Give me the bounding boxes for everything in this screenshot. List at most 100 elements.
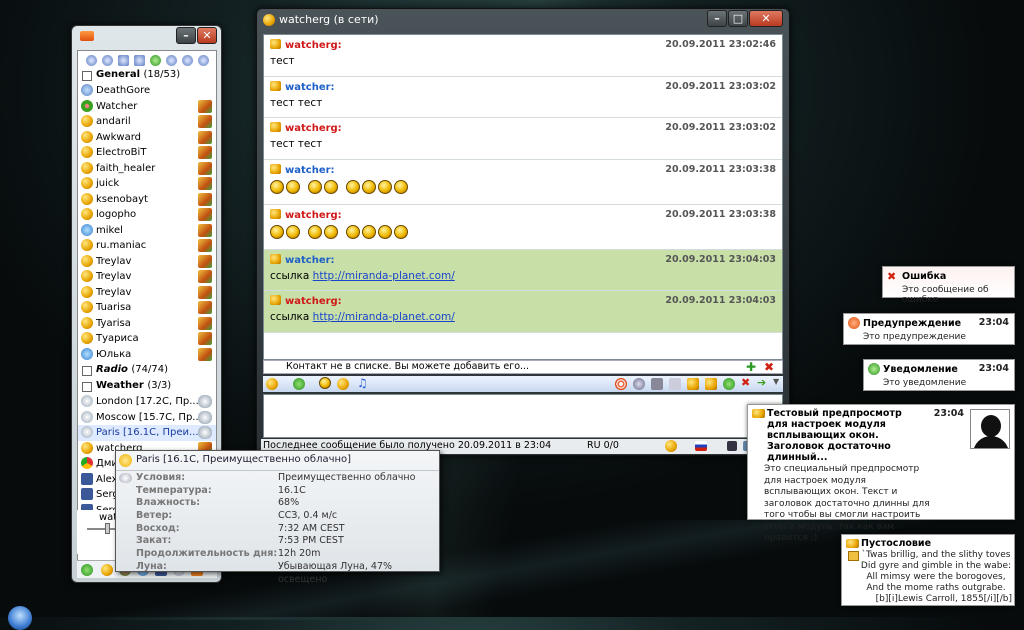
contact-item[interactable]: ElectroBiT [78, 145, 216, 161]
menu-icon[interactable] [86, 54, 97, 66]
contact-item[interactable]: Tuarisa [78, 300, 216, 316]
minimize-button[interactable]: – [707, 10, 727, 27]
smiley-icon [362, 179, 376, 194]
start-orb-icon[interactable] [8, 606, 32, 630]
contact-item[interactable]: ru.maniac [78, 238, 216, 254]
contact-item[interactable]: juick [78, 176, 216, 192]
cloud-icon [198, 410, 212, 424]
contact-item[interactable]: ksenobayt [78, 192, 216, 208]
volume-slider-thumb[interactable] [105, 523, 110, 534]
send-arrow-icon[interactable]: ➔ [757, 376, 766, 389]
list-icon[interactable] [134, 54, 145, 66]
contact-list-titlebar[interactable]: – ✕ [72, 26, 221, 50]
client-icon [198, 130, 212, 144]
contact-item[interactable]: Awkward [78, 130, 216, 146]
minimize-button[interactable]: – [176, 27, 196, 44]
jabber-bulb-icon[interactable] [101, 564, 113, 576]
contact-item[interactable]: Watcher [78, 99, 216, 115]
message-icon [270, 253, 281, 264]
group-header[interactable]: Weather (3/3) [78, 378, 216, 394]
refresh-icon[interactable] [723, 378, 735, 390]
popup-nonsense[interactable]: Пустословие `Twas brillig, and the slith… [841, 534, 1015, 606]
contact-item[interactable]: Treylav [78, 269, 216, 285]
contact-item[interactable]: Paris [16.1C, Преи... [78, 425, 216, 441]
close-button[interactable]: ✕ [749, 10, 783, 27]
contact-name: Treylav [96, 255, 132, 267]
poem-line: [b][i]Lewis Carroll, 1855[/i][/b] [875, 594, 1012, 604]
popup-nonsense-title: Пустословие [861, 538, 932, 549]
jabber-bulb-icon [81, 192, 93, 205]
client-icon [198, 177, 212, 190]
contact-item[interactable]: London [17.2C, Пр... [78, 394, 216, 410]
status-menu-icon[interactable] [81, 564, 93, 576]
popup-notify[interactable]: Уведомление 23:04 Это уведомление [863, 359, 1015, 391]
group-header[interactable]: Radio (74/74) [78, 362, 216, 378]
contact-item[interactable]: faith_healer [78, 161, 216, 177]
contact-item[interactable]: DeathGore [78, 83, 216, 99]
smiley-icon [308, 179, 322, 194]
popup-warning-title: Предупреждение [863, 318, 962, 329]
contact-item[interactable]: andaril [78, 114, 216, 130]
music-note-icon[interactable]: ♫ [357, 376, 368, 390]
options-icon[interactable] [118, 54, 129, 66]
file-icon[interactable] [669, 378, 681, 390]
not-in-list-bar: Контакт не в списке. Вы можете добавить … [263, 360, 783, 374]
contact-item[interactable]: Moscow [15.7C, Пр... [78, 410, 216, 426]
client-icon [198, 301, 212, 314]
popup-notify-title: Уведомление [883, 364, 958, 375]
popup-warning[interactable]: Предупреждение 23:04 Это предупреждение [843, 313, 1015, 345]
contact-item[interactable]: Treylav [78, 285, 216, 301]
close-tab-icon[interactable]: ✖ [741, 376, 750, 389]
popup-error[interactable]: ✖ Ошибка Это сообщение об ошибке [882, 266, 1015, 305]
contact-name: ksenobayt [96, 193, 148, 205]
poem-line: Did gyre and gimble in the wabe: [860, 561, 1012, 571]
jabber-bulb-icon [81, 301, 93, 313]
quote-icon[interactable] [687, 378, 699, 390]
contact-item[interactable]: mikel [78, 223, 216, 239]
history-icon[interactable] [266, 378, 278, 390]
sender-name: watcher: [285, 164, 335, 176]
popup-nonsense-image-icon [848, 551, 859, 561]
contact-item[interactable]: Туарисa [78, 331, 216, 347]
smiley-icon [346, 179, 360, 194]
message-link[interactable]: http://miranda-planet.com/ [313, 311, 455, 323]
dismiss-icon[interactable]: ✖ [764, 360, 774, 374]
status-icon[interactable] [150, 54, 161, 66]
contact-item[interactable]: logopho [78, 207, 216, 223]
maximize-button[interactable]: □ [728, 10, 748, 27]
close-button[interactable]: ✕ [197, 27, 217, 44]
group-header[interactable]: General (18/53) [78, 67, 216, 83]
users-icon[interactable] [102, 54, 113, 66]
message-link[interactable]: http://miranda-planet.com/ [313, 270, 455, 282]
options-icon[interactable] [633, 378, 645, 390]
weather-icon [81, 395, 93, 407]
details-icon[interactable] [705, 378, 717, 390]
jabber-bulb-icon [81, 239, 93, 251]
message-input[interactable] [263, 394, 783, 438]
weather-icon [119, 454, 132, 467]
save-icon[interactable] [651, 378, 663, 390]
target-icon[interactable] [615, 378, 627, 390]
tooltip-key: Луна: [136, 560, 167, 572]
add-contact-icon[interactable]: ✚ [746, 360, 756, 374]
message-log[interactable]: watcherg: 20.09.2011 23:02:46 тест watcher:… [263, 34, 783, 360]
chevron-down-icon[interactable]: ▼ [773, 377, 779, 386]
client-icon [198, 208, 212, 221]
gear-icon[interactable] [166, 54, 177, 66]
tooltip-value: 7:32 AM CEST [278, 522, 345, 534]
contact-item[interactable]: Treylav [78, 254, 216, 270]
sound-icon[interactable] [182, 54, 193, 66]
bbcode-icon[interactable] [337, 378, 349, 390]
chat-titlebar[interactable]: watcherg (в сети) – □ ✕ [257, 9, 789, 33]
contact-item[interactable]: Юлька [78, 347, 216, 363]
contact-item[interactable]: Tyarisa [78, 316, 216, 332]
minus-icon[interactable] [198, 54, 209, 66]
info-icon [868, 363, 880, 375]
smiley-button-icon[interactable] [319, 377, 331, 389]
message-icon [270, 295, 281, 305]
contact-name: Awkward [96, 131, 141, 143]
popup-preview[interactable]: Тестовый предпросмотр для настроек модул… [747, 404, 1015, 543]
user-menu-icon[interactable] [293, 378, 305, 390]
facebook-icon [81, 472, 93, 485]
message-body: тест тест [270, 96, 323, 109]
